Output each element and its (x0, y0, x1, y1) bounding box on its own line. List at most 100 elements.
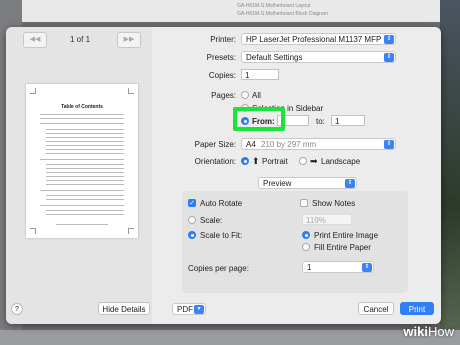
previous-page-button[interactable]: ◀◀ (23, 32, 47, 48)
updown-chevron-icon: ⇕ (345, 179, 355, 188)
presets-select[interactable]: Default Settings ⇕ (241, 51, 396, 63)
watermark-how: How (427, 324, 454, 339)
updown-chevron-icon: ⇕ (362, 263, 372, 272)
paper-size-label: Paper Size: (194, 140, 236, 149)
fill-entire-paper-radio[interactable] (302, 243, 310, 251)
scale-label: Scale: (200, 216, 223, 225)
toc-line (46, 129, 124, 130)
hide-details-button[interactable]: Hide Details (98, 302, 150, 315)
scale-to-fit-radio[interactable] (188, 231, 196, 239)
auto-rotate-label: Auto Rotate (200, 199, 243, 208)
page-preview: Table of Contents (26, 84, 138, 238)
portrait-icon: ⬆ (252, 156, 260, 166)
landscape-icon: ➡ (310, 156, 318, 166)
cancel-button[interactable]: Cancel (358, 302, 394, 315)
preview-pane: ◀◀ 1 of 1 ▶▶ Table of Contents ? Hide De… (6, 27, 152, 324)
toc-line (46, 153, 124, 154)
toc-line (46, 164, 124, 165)
copies-per-page-select[interactable]: 1 ⇕ (302, 261, 374, 273)
crop-mark-icon (128, 228, 134, 234)
paper-size-select[interactable]: A4 210 by 297 mm ⇕ (241, 138, 396, 150)
updown-chevron-icon: ⇕ (384, 53, 394, 62)
print-button[interactable]: Print (400, 302, 434, 315)
updown-chevron-icon: ⇕ (384, 35, 394, 44)
print-entire-image-label: Print Entire Image (314, 231, 379, 240)
pages-label: Pages: (211, 91, 236, 100)
portrait-radio[interactable] (241, 157, 249, 165)
paper-size-value: A4 (246, 140, 256, 149)
toc-line (40, 123, 124, 124)
scale-to-fit-label: Scale to Fit: (200, 231, 243, 240)
copies-label: Copies: (208, 71, 236, 80)
toc-line (46, 180, 124, 181)
toc-line (46, 214, 124, 215)
updown-chevron-icon: ⇕ (384, 140, 394, 149)
toc-line (46, 210, 124, 211)
section-value: Preview (263, 179, 292, 188)
pdf-menu-button[interactable]: PDF ▾ (172, 303, 206, 315)
landscape-label: Landscape (321, 157, 361, 166)
pages-all-label: All (252, 91, 261, 100)
landscape-radio[interactable] (299, 157, 307, 165)
toc-line (46, 133, 124, 134)
scale-input[interactable]: 119% (302, 214, 352, 225)
toc-line (46, 195, 124, 196)
auto-rotate-checkbox[interactable]: ✓ (188, 199, 196, 207)
crop-mark-icon (30, 88, 36, 94)
copies-per-page-value: 1 (307, 263, 312, 272)
copies-input[interactable]: 1 (241, 69, 279, 80)
section-select[interactable]: Preview ⇕ (258, 177, 357, 189)
toc-line (40, 159, 124, 160)
toc-line (46, 176, 124, 177)
toc-line (46, 168, 124, 169)
toc-line (46, 184, 124, 185)
chevron-right-icon: ▶▶ (123, 36, 135, 43)
help-button[interactable]: ? (11, 303, 23, 315)
toc-line (46, 141, 124, 142)
presets-label: Presets: (206, 53, 236, 62)
orientation-label: Orientation: (194, 157, 236, 166)
printer-select[interactable]: HP LaserJet Professional M1137 MFP ⇕ (241, 33, 396, 45)
desktop-background-right (440, 0, 460, 345)
watermark-wiki: wiki (403, 324, 428, 339)
page-counter: 1 of 1 (70, 35, 91, 44)
toc-title: Table of Contents (61, 104, 103, 110)
paper-size-dims: 210 by 297 mm (261, 140, 317, 149)
printer-label: Printer: (210, 35, 236, 44)
chevron-left-icon: ◀◀ (29, 36, 41, 43)
printer-value: HP LaserJet Professional M1137 MFP (246, 35, 382, 44)
pages-to-input[interactable]: 1 (331, 115, 365, 126)
toc-line (46, 172, 124, 173)
toc-line (40, 114, 124, 115)
desktop-background-bottom (0, 330, 460, 345)
preview-options-section: ✓ Auto Rotate Show Notes Scale: 119% Sca… (182, 191, 408, 293)
toc-line (46, 145, 124, 146)
wikihow-watermark: wikiHow (403, 324, 454, 339)
background-doc-line: GA-H61M-S Motherboard Block Diagram (237, 11, 328, 17)
portrait-label: Portrait (262, 157, 288, 166)
show-notes-checkbox[interactable] (300, 199, 308, 207)
pages-to-label: to: (316, 117, 325, 126)
toc-line (46, 137, 124, 138)
toc-line (46, 149, 124, 150)
toc-line (40, 118, 124, 119)
page-footer-line (56, 224, 108, 225)
chevron-down-icon: ▾ (194, 305, 204, 314)
toc-line (46, 199, 124, 200)
print-dialog: ◀◀ 1 of 1 ▶▶ Table of Contents ? Hide De… (6, 27, 441, 324)
toc-line (40, 190, 124, 191)
pages-all-radio[interactable] (241, 91, 249, 99)
background-document: GA-H61M-S Motherboard Layout GA-H61M-S M… (22, 0, 440, 22)
crop-mark-icon (30, 228, 36, 234)
fill-entire-paper-label: Fill Entire Paper (314, 243, 371, 252)
pdf-label: PDF (177, 305, 193, 314)
presets-value: Default Settings (246, 53, 303, 62)
scale-radio[interactable] (188, 216, 196, 224)
toc-line (40, 205, 124, 206)
print-entire-image-radio[interactable] (302, 231, 310, 239)
crop-mark-icon (128, 88, 134, 94)
next-page-button[interactable]: ▶▶ (117, 32, 141, 48)
background-doc-line: GA-H61M-S Motherboard Layout (237, 3, 311, 9)
copies-per-page-label: Copies per page: (188, 264, 249, 273)
show-notes-label: Show Notes (312, 199, 356, 208)
